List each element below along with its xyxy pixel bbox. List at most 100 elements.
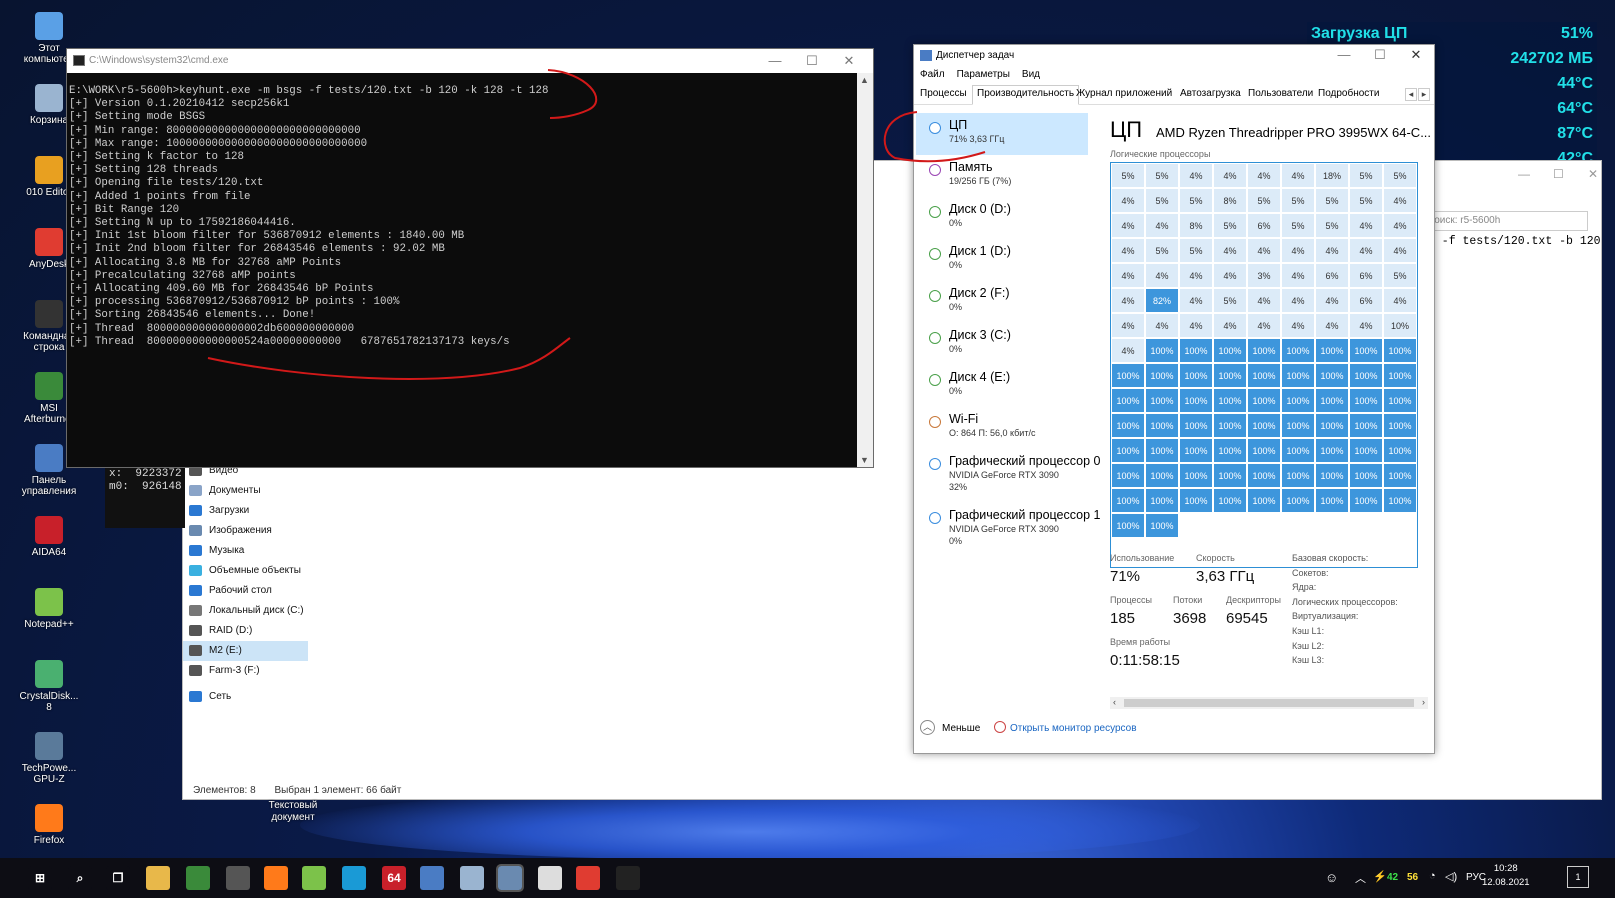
resource-item[interactable]: Wi-Fi О: 864 П: 56,0 кбит/с: [916, 407, 1088, 449]
nav-item[interactable]: Локальный диск (C:): [183, 601, 308, 621]
notes-icon[interactable]: [538, 866, 562, 890]
explorer-window-controls[interactable]: — ☐ ✕: [1518, 167, 1608, 187]
tab[interactable]: Журнал приложений: [1076, 88, 1172, 99]
cmd-icon: [73, 55, 85, 66]
logical-processor-cell: 4%: [1179, 288, 1213, 313]
taskmgr-titlebar[interactable]: Диспетчер задач — ☐ ✕: [914, 45, 1434, 67]
nav-item[interactable]: RAID (D:): [183, 621, 308, 641]
resource-item[interactable]: Диск 4 (E:) 0%: [916, 365, 1088, 407]
network-icon[interactable]: [420, 866, 444, 890]
explorer-search-input[interactable]: Поиск: r5-5600h: [1418, 211, 1588, 231]
scroll-right-icon[interactable]: ›: [1422, 697, 1425, 707]
menu-item[interactable]: Вид: [1022, 69, 1040, 80]
cmd-scrollbar[interactable]: ▲ ▼: [857, 73, 873, 467]
logical-processor-cell: 100%: [1247, 413, 1281, 438]
chevron-up-icon[interactable]: ︿: [920, 720, 935, 735]
doc-icon[interactable]: [460, 866, 484, 890]
start-icon[interactable]: ⊞: [28, 866, 52, 890]
resource-item[interactable]: Диск 0 (D:) 0%: [916, 197, 1088, 239]
explorer-icon[interactable]: [146, 866, 170, 890]
tab-scroll-arrows[interactable]: ◂ ▸: [1404, 88, 1430, 101]
scroll-thumb[interactable]: [1124, 699, 1414, 707]
scroll-down-icon[interactable]: ▼: [860, 455, 869, 465]
open-resource-monitor-link[interactable]: Открыть монитор ресурсов: [1010, 723, 1137, 734]
firefox-icon[interactable]: [264, 866, 288, 890]
menu-item[interactable]: Файл: [920, 69, 945, 80]
app-icon[interactable]: [226, 866, 250, 890]
cmd-window[interactable]: C:\Windows\system32\cmd.exe — ☐ ✕ E:\WOR…: [66, 48, 874, 468]
nav-item[interactable]: M2 (E:): [183, 641, 308, 661]
close-button[interactable]: ✕: [831, 52, 867, 70]
clock[interactable]: 10:28 12.08.2021: [1482, 862, 1530, 890]
resource-item[interactable]: ЦП 71% 3,63 ГГц: [916, 113, 1088, 155]
scroll-left-icon[interactable]: ‹: [1113, 697, 1116, 707]
cmd-titlebar[interactable]: C:\Windows\system32\cmd.exe — ☐ ✕: [67, 49, 873, 73]
minimize-button[interactable]: —: [757, 52, 793, 70]
desktop-icon[interactable]: CrystalDisk... 8: [18, 660, 80, 728]
horizontal-scrollbar[interactable]: ‹ ›: [1110, 697, 1428, 709]
close-button[interactable]: ✕: [1398, 46, 1434, 64]
nav-item[interactable]: Документы: [183, 481, 308, 501]
taskmgr-tabs: Процессы Производительность Журнал приложе…: [914, 85, 1434, 105]
osd-key: Загрузка ЦП: [1311, 25, 1408, 42]
tab[interactable]: Пользователи: [1248, 88, 1313, 99]
search-icon[interactable]: ⌕: [68, 866, 92, 890]
cmd-output[interactable]: E:\WORK\r5-5600h>keyhunt.exe -m bsgs -f …: [67, 73, 857, 467]
tray-temp-2: 56: [1407, 872, 1419, 883]
logical-processor-cell: 4%: [1247, 163, 1281, 188]
logical-processor-cell: 5%: [1281, 188, 1315, 213]
maximize-button[interactable]: ☐: [1362, 46, 1398, 64]
tab[interactable]: Подробности: [1318, 88, 1379, 99]
nav-item[interactable]: Музыка: [183, 541, 308, 561]
xbox-icon[interactable]: [186, 866, 210, 890]
desktop-icon[interactable]: TechPowe... GPU-Z: [18, 732, 80, 800]
scroll-up-icon[interactable]: ▲: [860, 75, 869, 85]
maximize-button[interactable]: ☐: [794, 52, 830, 70]
folder-icon: [189, 585, 202, 596]
nav-item[interactable]: Изображения: [183, 521, 308, 541]
nav-item[interactable]: Объемные объекты: [183, 561, 308, 581]
fewer-details-button[interactable]: Меньше: [942, 723, 980, 734]
tab[interactable]: Процессы: [920, 88, 967, 99]
resource-item[interactable]: Графический процессор 0 NVIDIA GeForce RT…: [916, 449, 1100, 503]
nav-item[interactable]: Рабочий стол: [183, 581, 308, 601]
firefox-icon: [35, 804, 63, 832]
tray-app-icon[interactable]: ⚡: [1373, 870, 1387, 883]
wifi-icon[interactable]: ◔: [1429, 870, 1436, 882]
resource-item[interactable]: Диск 3 (C:) 0%: [916, 323, 1088, 365]
people-icon[interactable]: ☺: [1325, 870, 1338, 885]
chevron-left-icon[interactable]: ◂: [1405, 88, 1417, 101]
logical-processor-cell: 3%: [1247, 263, 1281, 288]
tray-chevron-icon[interactable]: ︿: [1355, 870, 1366, 886]
desktop-icon[interactable]: Notepad++: [18, 588, 80, 656]
menu-item[interactable]: Параметры: [957, 69, 1010, 80]
desktop-doc-label[interactable]: Текстовый документ: [268, 800, 318, 824]
resource-item[interactable]: Диск 1 (D:) 0%: [916, 239, 1088, 281]
edge-icon[interactable]: [342, 866, 366, 890]
logical-processor-cell: 4%: [1179, 313, 1213, 338]
minimize-button[interactable]: —: [1326, 46, 1362, 64]
terminal-icon[interactable]: [616, 866, 640, 890]
task-manager-window[interactable]: Диспетчер задач — ☐ ✕ Файл Параметры Вид П…: [913, 44, 1435, 754]
resource-item[interactable]: Графический процессор 1 NVIDIA GeForce RT…: [916, 503, 1100, 557]
nav-item[interactable]: Загрузки: [183, 501, 308, 521]
anydesk-icon[interactable]: [576, 866, 600, 890]
logical-processor-cell: 4%: [1213, 263, 1247, 288]
task-view-icon[interactable]: ❐: [106, 866, 130, 890]
resource-item[interactable]: Диск 2 (F:) 0%: [916, 281, 1088, 323]
notepad-icon[interactable]: [302, 866, 326, 890]
tab[interactable]: Автозагрузка: [1180, 88, 1241, 99]
folder-icon: [189, 625, 202, 636]
osd-value: 44°C: [1557, 75, 1593, 92]
aida64-icon[interactable]: 64: [382, 866, 406, 890]
chevron-right-icon[interactable]: ▸: [1418, 88, 1430, 101]
taskmgr-icon[interactable]: [496, 864, 524, 892]
desktop-icon[interactable]: AIDA64: [18, 516, 80, 584]
volume-icon[interactable]: ◁): [1445, 870, 1457, 883]
tab[interactable]: Производительность: [972, 85, 1080, 105]
notification-center-button[interactable]: 1: [1567, 866, 1589, 888]
nav-item[interactable]: Сеть: [183, 687, 308, 707]
resource-item[interactable]: Память 19/256 ГБ (7%): [916, 155, 1088, 197]
resource-name: ЦП: [949, 118, 968, 132]
nav-item[interactable]: Farm-3 (F:): [183, 661, 308, 681]
